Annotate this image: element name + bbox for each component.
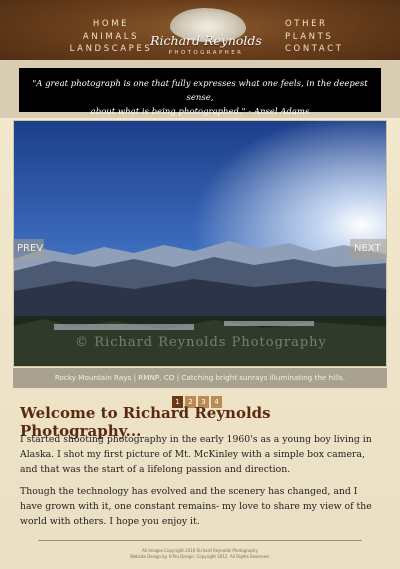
nav-landscapes-link[interactable]: LANDSCAPES bbox=[68, 43, 154, 56]
nav-animals-link[interactable]: ANIMALS bbox=[68, 31, 154, 44]
site-logo[interactable]: Richard Reynolds PHOTOGRAPHER bbox=[150, 6, 262, 64]
site-header: HOME ANIMALS LANDSCAPES Richard Reynolds… bbox=[0, 0, 400, 68]
nav-plants-link[interactable]: PLANTS bbox=[285, 31, 344, 44]
nav-other-link[interactable]: OTHER bbox=[285, 18, 344, 31]
quote-box: "A great photograph is one that fully ex… bbox=[19, 68, 381, 117]
site-footer: All Images Copyright 2016 Richard Reynol… bbox=[0, 548, 400, 560]
quote-banner: "A great photograph is one that fully ex… bbox=[0, 60, 400, 118]
photo-watermark: © Richard Reynolds Photography bbox=[75, 335, 327, 350]
prev-button[interactable]: PREV bbox=[13, 239, 44, 259]
nav-contact-link[interactable]: CONTACT bbox=[285, 43, 344, 56]
next-button[interactable]: NEXT bbox=[350, 239, 387, 259]
quote-line-2: about what is being photographed." - Ans… bbox=[90, 107, 310, 117]
logo-subtitle: PHOTOGRAPHER bbox=[168, 50, 244, 56]
slideshow-image[interactable]: © Richard Reynolds Photography bbox=[13, 120, 387, 367]
nav-home-link[interactable]: HOME bbox=[68, 18, 154, 31]
intro-paragraph-2: Though the technology has evolved and th… bbox=[20, 486, 372, 527]
logo-name: Richard Reynolds bbox=[150, 33, 262, 48]
footer-credit-line: Website Design by ©Pro Design. Copyright… bbox=[130, 554, 270, 559]
nav-right: OTHER PLANTS CONTACT bbox=[285, 18, 344, 56]
footer-divider bbox=[38, 540, 362, 541]
mountain-photo bbox=[14, 121, 386, 366]
nav-left: HOME ANIMALS LANDSCAPES bbox=[68, 18, 154, 56]
intro-paragraph-1: I started shooting photography in the ea… bbox=[20, 434, 372, 475]
quote-line-1: "A great photograph is one that fully ex… bbox=[32, 79, 368, 103]
slide-caption: Rocky Mountain Rays | RMNP, CO | Catchin… bbox=[13, 368, 387, 388]
